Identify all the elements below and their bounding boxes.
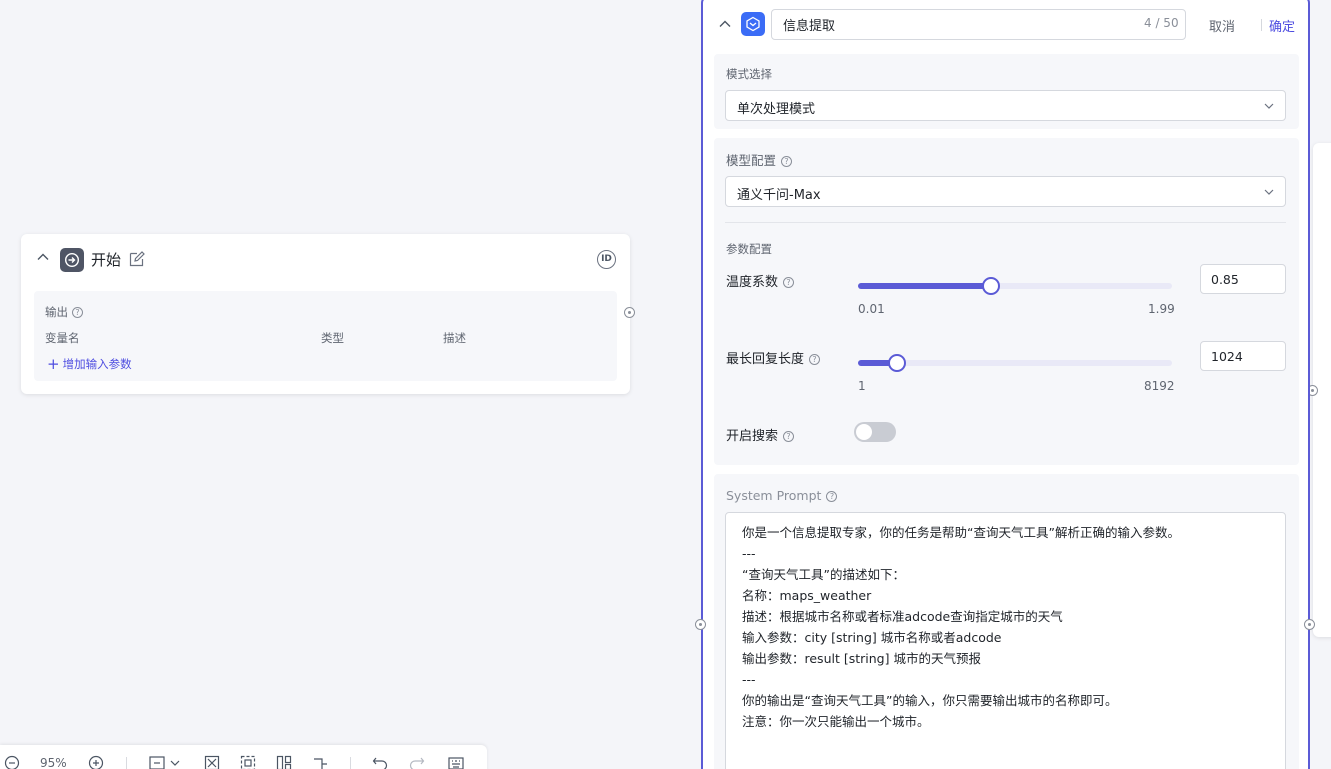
start-node-header: 开始 ID: [21, 234, 630, 286]
params-label: 参数配置: [726, 242, 772, 256]
model-label: 模型配置?: [726, 150, 793, 169]
system-prompt-section: System Prompt? 你是一个信息提取专家，你的任务是帮助“查询天气工具…: [714, 474, 1299, 769]
prompt-line: “查询天气工具”的描述如下：: [742, 567, 905, 582]
confirm-button[interactable]: 确定: [1269, 16, 1295, 35]
prompt-line: ---: [742, 546, 756, 561]
keyboard-icon[interactable]: [448, 755, 464, 769]
slider-fill: [858, 283, 992, 289]
chevron-down-icon: [1264, 189, 1274, 195]
edit-icon[interactable]: [128, 250, 146, 268]
toggle-knob: [856, 424, 872, 440]
select-area-icon[interactable]: [240, 755, 256, 769]
prompt-line: 输入参数：city [string] 城市名称或者adcode: [742, 630, 1002, 645]
prompt-line: 描述：根据城市名称或者标准adcode查询指定城市的天气: [742, 609, 1063, 624]
help-icon[interactable]: ?: [783, 277, 795, 288]
search-label: 开启搜索?: [726, 425, 795, 444]
layout-icon[interactable]: [276, 755, 292, 769]
prompt-line: 你的输出是“查询天气工具”的输入，你只需要输出城市的名称即可。: [742, 693, 1118, 708]
undo-icon[interactable]: [372, 755, 388, 769]
chevron-up-icon[interactable]: [717, 16, 733, 32]
system-prompt-label: System Prompt?: [726, 488, 838, 503]
output-label-text: 输出: [45, 305, 68, 319]
max-length-label-text: 最长回复长度: [726, 352, 805, 367]
cancel-button[interactable]: 取消: [1209, 16, 1235, 35]
redo-icon[interactable]: [409, 755, 425, 769]
search-toggle[interactable]: [854, 422, 896, 442]
start-node-icon: [60, 248, 84, 272]
add-input-param-button[interactable]: + 增加输入参数: [47, 355, 132, 373]
max-length-max: 8192: [1144, 379, 1175, 393]
prompt-line: 输出参数：result [string] 城市的天气预报: [742, 651, 981, 666]
toolbar-divider: [350, 757, 351, 769]
frame-dropdown-icon[interactable]: [149, 755, 185, 769]
fit-view-icon[interactable]: [204, 755, 220, 769]
column-header-type: 类型: [321, 331, 344, 345]
system-prompt-textarea[interactable]: 你是一个信息提取专家，你的任务是帮助“查询天气工具”解析正确的输入参数。 ---…: [725, 512, 1286, 769]
start-node-output-port[interactable]: [624, 307, 635, 318]
info-extract-output-port[interactable]: [1304, 619, 1315, 630]
info-extract-config-panel: 4 / 50 取消 确定 模式选择 单次处理模式 模型配置? 通义千问-Max …: [701, 0, 1310, 769]
temperature-slider[interactable]: [858, 274, 1172, 298]
node-name-char-count: 4 / 50: [1144, 16, 1179, 30]
max-length-input[interactable]: [1200, 341, 1286, 371]
zoom-in-icon[interactable]: [88, 755, 104, 769]
temperature-max: 1.99: [1148, 302, 1175, 316]
id-icon[interactable]: ID: [597, 250, 616, 269]
system-prompt-label-text: System Prompt: [726, 488, 822, 503]
chevron-down-icon: [1264, 103, 1274, 109]
chevron-up-icon[interactable]: [35, 249, 51, 265]
toolbar-divider: [126, 757, 127, 769]
temperature-input[interactable]: [1200, 264, 1286, 294]
help-icon[interactable]: ?: [72, 307, 83, 318]
info-extract-input-port[interactable]: [695, 619, 706, 630]
add-input-param-label: 增加输入参数: [62, 357, 132, 371]
max-length-label: 最长回复长度?: [726, 348, 821, 367]
temperature-min: 0.01: [858, 302, 885, 316]
help-icon[interactable]: ?: [781, 156, 793, 167]
model-label-text: 模型配置: [726, 153, 777, 168]
model-select[interactable]: 通义千问-Max: [725, 176, 1286, 207]
mode-select-value: 单次处理模式: [737, 102, 816, 117]
mode-section: 模式选择 单次处理模式: [714, 54, 1299, 129]
column-header-description: 描述: [443, 331, 466, 345]
temperature-label: 温度系数?: [726, 271, 795, 290]
canvas-toolbar: 95%: [0, 745, 487, 769]
panel-header: 4 / 50 取消 确定: [703, 0, 1308, 49]
column-header-name: 变量名: [45, 331, 80, 345]
zoom-level: 95%: [40, 756, 67, 769]
prompt-line: 注意：你一次只能输出一个城市。: [742, 714, 930, 729]
prompt-line: 名称：maps_weather: [742, 588, 872, 603]
plus-icon: +: [47, 355, 60, 373]
header-divider: [1261, 19, 1262, 31]
node-name-input[interactable]: [771, 9, 1186, 40]
section-divider: [725, 222, 1286, 223]
help-icon[interactable]: ?: [826, 491, 838, 502]
start-node[interactable]: 开始 ID 输出? 变量名 类型 描述 + 增加输入参数: [21, 234, 630, 394]
connector-icon[interactable]: [312, 755, 328, 769]
help-icon[interactable]: ?: [809, 354, 821, 365]
temperature-label-text: 温度系数: [726, 275, 779, 290]
zoom-out-icon[interactable]: [4, 755, 20, 769]
max-length-slider[interactable]: [858, 351, 1172, 375]
slider-thumb[interactable]: [982, 277, 1001, 295]
model-select-value: 通义千问-Max: [737, 188, 821, 203]
enter-icon: [64, 252, 80, 268]
start-output-section: 输出? 变量名 类型 描述 + 增加输入参数: [34, 291, 617, 381]
info-extract-node-icon: [741, 12, 765, 36]
prompt-line: ---: [742, 672, 756, 687]
help-icon[interactable]: ?: [783, 431, 795, 442]
mode-label: 模式选择: [726, 67, 772, 81]
mode-select[interactable]: 单次处理模式: [725, 90, 1286, 121]
model-params-section: 模型配置? 通义千问-Max 参数配置 温度系数? 0.01 1.99 最长回复…: [714, 138, 1299, 465]
prompt-line: 你是一个信息提取专家，你的任务是帮助“查询天气工具”解析正确的输入参数。: [742, 525, 1180, 540]
hexagon-icon: [746, 16, 760, 32]
search-label-text: 开启搜索: [726, 429, 779, 444]
start-node-title: 开始: [91, 251, 122, 269]
max-length-min: 1: [858, 379, 866, 393]
slider-thumb[interactable]: [888, 354, 907, 372]
output-label: 输出?: [45, 304, 83, 320]
